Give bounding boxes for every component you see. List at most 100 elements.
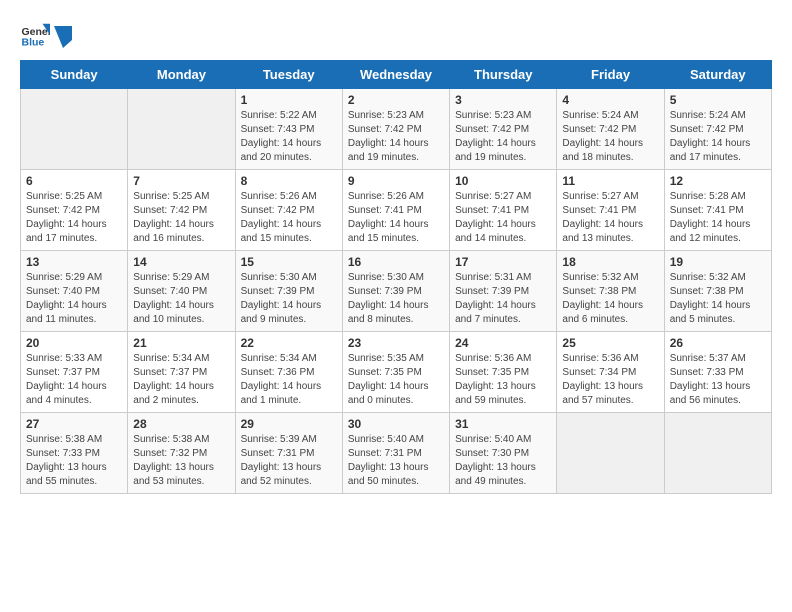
calendar-cell: 20Sunrise: 5:33 AM Sunset: 7:37 PM Dayli… — [21, 332, 128, 413]
day-number: 6 — [26, 174, 122, 188]
weekday-header-saturday: Saturday — [664, 61, 771, 89]
day-number: 21 — [133, 336, 229, 350]
calendar-week-row: 6Sunrise: 5:25 AM Sunset: 7:42 PM Daylig… — [21, 170, 772, 251]
day-detail: Sunrise: 5:30 AM Sunset: 7:39 PM Dayligh… — [348, 271, 444, 327]
day-number: 31 — [455, 417, 551, 431]
calendar-cell — [128, 89, 235, 170]
day-number: 3 — [455, 93, 551, 107]
calendar-week-row: 20Sunrise: 5:33 AM Sunset: 7:37 PM Dayli… — [21, 332, 772, 413]
calendar-cell: 6Sunrise: 5:25 AM Sunset: 7:42 PM Daylig… — [21, 170, 128, 251]
day-number: 16 — [348, 255, 444, 269]
calendar-cell: 14 Sunrise: 5:29 AM Sunset: 7:40 PM Dayli… — [128, 251, 235, 332]
calendar-cell — [664, 413, 771, 494]
day-detail: Sunrise: 5:30 AM Sunset: 7:39 PM Dayligh… — [241, 271, 337, 327]
day-detail: Sunrise: 5:34 AM Sunset: 7:36 PM Dayligh… — [241, 352, 337, 408]
day-number: 18 — [562, 255, 658, 269]
calendar-cell: 26 Sunrise: 5:37 AM Sunset: 7:33 PM Dayli… — [664, 332, 771, 413]
calendar-cell: 15 Sunrise: 5:30 AM Sunset: 7:39 PM Dayli… — [235, 251, 342, 332]
calendar-cell: 9 Sunrise: 5:26 AM Sunset: 7:41 PM Daylig… — [342, 170, 449, 251]
calendar-cell: 24 Sunrise: 5:36 AM Sunset: 7:35 PM Dayli… — [450, 332, 557, 413]
day-number: 5 — [670, 93, 766, 107]
day-detail: Sunrise: 5:24 AM Sunset: 7:42 PM Dayligh… — [562, 109, 658, 165]
weekday-header-monday: Monday — [128, 61, 235, 89]
day-number: 13 — [26, 255, 122, 269]
day-number: 15 — [241, 255, 337, 269]
day-number: 11 — [562, 174, 658, 188]
weekday-header-tuesday: Tuesday — [235, 61, 342, 89]
weekday-header-wednesday: Wednesday — [342, 61, 449, 89]
day-number: 27 — [26, 417, 122, 431]
day-number: 24 — [455, 336, 551, 350]
calendar-cell: 23 Sunrise: 5:35 AM Sunset: 7:35 PM Dayli… — [342, 332, 449, 413]
weekday-header-sunday: Sunday — [21, 61, 128, 89]
calendar-cell: 13 Sunrise: 5:29 AM Sunset: 7:40 PM Dayli… — [21, 251, 128, 332]
day-detail: Sunrise: 5:22 AM Sunset: 7:43 PM Dayligh… — [241, 109, 337, 165]
day-number: 8 — [241, 174, 337, 188]
calendar-cell: 7Sunrise: 5:25 AM Sunset: 7:42 PM Daylig… — [128, 170, 235, 251]
day-number: 25 — [562, 336, 658, 350]
day-detail: Sunrise: 5:36 AM Sunset: 7:34 PM Dayligh… — [562, 352, 658, 408]
calendar-cell: 2Sunrise: 5:23 AM Sunset: 7:42 PM Daylig… — [342, 89, 449, 170]
calendar-week-row: 1 Sunrise: 5:22 AM Sunset: 7:43 PM Daylig… — [21, 89, 772, 170]
calendar-cell — [557, 413, 664, 494]
day-detail: Sunrise: 5:23 AM Sunset: 7:42 PM Dayligh… — [455, 109, 551, 165]
calendar-cell: 27 Sunrise: 5:38 AM Sunset: 7:33 PM Dayli… — [21, 413, 128, 494]
calendar-cell: 1 Sunrise: 5:22 AM Sunset: 7:43 PM Daylig… — [235, 89, 342, 170]
day-number: 26 — [670, 336, 766, 350]
day-number: 7 — [133, 174, 229, 188]
day-number: 23 — [348, 336, 444, 350]
calendar-table: SundayMondayTuesdayWednesdayThursdayFrid… — [20, 60, 772, 494]
day-detail: Sunrise: 5:24 AM Sunset: 7:42 PM Dayligh… — [670, 109, 766, 165]
day-detail: Sunrise: 5:27 AM Sunset: 7:41 PM Dayligh… — [562, 190, 658, 246]
day-number: 19 — [670, 255, 766, 269]
day-detail: Sunrise: 5:33 AM Sunset: 7:37 PM Dayligh… — [26, 352, 122, 408]
day-detail: Sunrise: 5:36 AM Sunset: 7:35 PM Dayligh… — [455, 352, 551, 408]
day-detail: Sunrise: 5:39 AM Sunset: 7:31 PM Dayligh… — [241, 433, 337, 489]
day-detail: Sunrise: 5:40 AM Sunset: 7:31 PM Dayligh… — [348, 433, 444, 489]
weekday-header-friday: Friday — [557, 61, 664, 89]
calendar-cell: 19 Sunrise: 5:32 AM Sunset: 7:38 PM Dayli… — [664, 251, 771, 332]
calendar-cell: 30 Sunrise: 5:40 AM Sunset: 7:31 PM Dayli… — [342, 413, 449, 494]
calendar-cell — [21, 89, 128, 170]
day-number: 14 — [133, 255, 229, 269]
day-detail: Sunrise: 5:29 AM Sunset: 7:40 PM Dayligh… — [133, 271, 229, 327]
day-number: 1 — [241, 93, 337, 107]
day-number: 2 — [348, 93, 444, 107]
logo-icon: General Blue — [20, 20, 50, 50]
day-number: 4 — [562, 93, 658, 107]
day-number: 22 — [241, 336, 337, 350]
calendar-cell: 10Sunrise: 5:27 AM Sunset: 7:41 PM Dayli… — [450, 170, 557, 251]
day-number: 29 — [241, 417, 337, 431]
weekday-header-row: SundayMondayTuesdayWednesdayThursdayFrid… — [21, 61, 772, 89]
svg-text:Blue: Blue — [22, 37, 45, 49]
day-detail: Sunrise: 5:26 AM Sunset: 7:41 PM Dayligh… — [348, 190, 444, 246]
day-number: 17 — [455, 255, 551, 269]
calendar-cell: 3 Sunrise: 5:23 AM Sunset: 7:42 PM Daylig… — [450, 89, 557, 170]
day-detail: Sunrise: 5:34 AM Sunset: 7:37 PM Dayligh… — [133, 352, 229, 408]
day-number: 28 — [133, 417, 229, 431]
calendar-cell: 25 Sunrise: 5:36 AM Sunset: 7:34 PM Dayli… — [557, 332, 664, 413]
day-detail: Sunrise: 5:32 AM Sunset: 7:38 PM Dayligh… — [670, 271, 766, 327]
calendar-cell: 28Sunrise: 5:38 AM Sunset: 7:32 PM Dayli… — [128, 413, 235, 494]
day-number: 30 — [348, 417, 444, 431]
day-detail: Sunrise: 5:29 AM Sunset: 7:40 PM Dayligh… — [26, 271, 122, 327]
page-header: General Blue — [20, 20, 772, 50]
day-detail: Sunrise: 5:40 AM Sunset: 7:30 PM Dayligh… — [455, 433, 551, 489]
day-detail: Sunrise: 5:37 AM Sunset: 7:33 PM Dayligh… — [670, 352, 766, 408]
calendar-cell: 8 Sunrise: 5:26 AM Sunset: 7:42 PM Daylig… — [235, 170, 342, 251]
calendar-cell: 18 Sunrise: 5:32 AM Sunset: 7:38 PM Dayli… — [557, 251, 664, 332]
weekday-header-thursday: Thursday — [450, 61, 557, 89]
calendar-cell: 29 Sunrise: 5:39 AM Sunset: 7:31 PM Dayli… — [235, 413, 342, 494]
day-detail: Sunrise: 5:35 AM Sunset: 7:35 PM Dayligh… — [348, 352, 444, 408]
day-detail: Sunrise: 5:28 AM Sunset: 7:41 PM Dayligh… — [670, 190, 766, 246]
calendar-week-row: 27 Sunrise: 5:38 AM Sunset: 7:33 PM Dayli… — [21, 413, 772, 494]
calendar-cell: 5 Sunrise: 5:24 AM Sunset: 7:42 PM Daylig… — [664, 89, 771, 170]
calendar-cell: 16 Sunrise: 5:30 AM Sunset: 7:39 PM Dayli… — [342, 251, 449, 332]
day-detail: Sunrise: 5:32 AM Sunset: 7:38 PM Dayligh… — [562, 271, 658, 327]
day-detail: Sunrise: 5:26 AM Sunset: 7:42 PM Dayligh… — [241, 190, 337, 246]
day-number: 9 — [348, 174, 444, 188]
calendar-cell: 11 Sunrise: 5:27 AM Sunset: 7:41 PM Dayli… — [557, 170, 664, 251]
calendar-cell: 4 Sunrise: 5:24 AM Sunset: 7:42 PM Daylig… — [557, 89, 664, 170]
day-detail: Sunrise: 5:38 AM Sunset: 7:33 PM Dayligh… — [26, 433, 122, 489]
calendar-cell: 31 Sunrise: 5:40 AM Sunset: 7:30 PM Dayli… — [450, 413, 557, 494]
